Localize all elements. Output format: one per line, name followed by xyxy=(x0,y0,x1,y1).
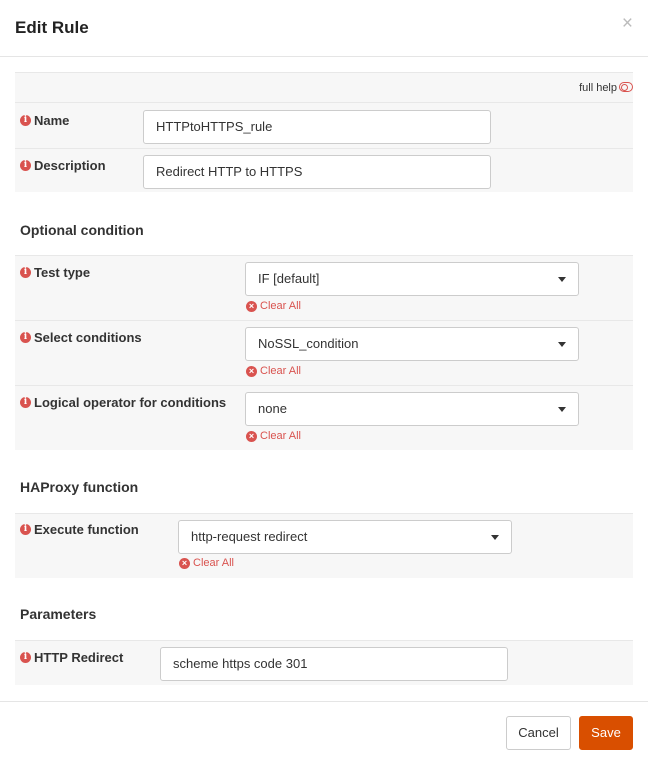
logical-operator-clear-all[interactable]: × Clear All xyxy=(246,430,301,442)
select-conditions-clear-all[interactable]: × Clear All xyxy=(246,365,301,377)
info-icon[interactable]: i xyxy=(20,524,31,535)
name-input[interactable]: HTTPtoHTTPS_rule xyxy=(143,110,491,144)
test-type-value: IF [default] xyxy=(258,271,320,286)
info-icon[interactable]: i xyxy=(20,160,31,171)
clear-icon: × xyxy=(246,300,257,312)
select-conditions-label: Select conditions xyxy=(34,330,142,345)
clear-all-label: Clear All xyxy=(260,365,301,377)
description-input[interactable]: Redirect HTTP to HTTPS xyxy=(143,155,491,189)
chevron-down-icon xyxy=(491,535,499,540)
http-redirect-label: HTTP Redirect xyxy=(34,650,124,665)
clear-all-label: Clear All xyxy=(193,557,234,569)
execute-function-select[interactable]: http-request redirect xyxy=(178,520,512,554)
save-button[interactable]: Save xyxy=(579,716,633,750)
info-icon[interactable]: i xyxy=(20,332,31,343)
test-type-select[interactable]: IF [default] xyxy=(245,262,579,296)
logical-operator-label-group: i Logical operator for conditions xyxy=(20,395,226,410)
clear-icon: × xyxy=(246,365,257,377)
cancel-button[interactable]: Cancel xyxy=(506,716,571,750)
http-redirect-input[interactable]: scheme https code 301 xyxy=(160,647,508,681)
execute-function-row: i Execute function http-request redirect… xyxy=(15,513,633,578)
info-icon[interactable]: i xyxy=(20,115,31,126)
select-conditions-value: NoSSL_condition xyxy=(258,336,359,351)
logical-operator-select[interactable]: none xyxy=(245,392,579,426)
description-label-group: i Description xyxy=(20,158,106,173)
section-optional-condition: Optional condition xyxy=(20,222,144,238)
full-help-link[interactable]: full help xyxy=(579,82,617,94)
http-redirect-label-group: i HTTP Redirect xyxy=(20,650,123,665)
select-conditions-row: i Select conditions NoSSL_condition × Cl… xyxy=(15,320,633,385)
test-type-clear-all[interactable]: × Clear All xyxy=(246,300,301,312)
footer-divider xyxy=(0,701,648,702)
select-conditions-label-group: i Select conditions xyxy=(20,330,142,345)
close-button[interactable]: × xyxy=(622,14,633,33)
edit-rule-dialog: Edit Rule × full help i Name HTTPtoHTTPS… xyxy=(0,0,648,764)
test-type-label: Test type xyxy=(34,265,91,280)
logical-operator-value: none xyxy=(258,401,287,416)
dialog-header: Edit Rule × xyxy=(0,0,648,57)
full-help-toggle-icon[interactable] xyxy=(619,82,633,92)
info-icon[interactable]: i xyxy=(20,267,31,278)
select-conditions-select[interactable]: NoSSL_condition xyxy=(245,327,579,361)
execute-function-label-group: i Execute function xyxy=(20,522,139,537)
chevron-down-icon xyxy=(558,277,566,282)
clear-icon: × xyxy=(179,557,190,569)
clear-icon: × xyxy=(246,430,257,442)
execute-function-value: http-request redirect xyxy=(191,529,308,544)
description-row: i Description Redirect HTTP to HTTPS xyxy=(15,148,633,192)
execute-function-clear-all[interactable]: × Clear All xyxy=(179,557,234,569)
name-row: i Name HTTPtoHTTPS_rule xyxy=(15,102,633,148)
name-label-group: i Name xyxy=(20,113,69,128)
dialog-title: Edit Rule xyxy=(15,18,89,37)
section-parameters: Parameters xyxy=(20,606,97,622)
execute-function-label: Execute function xyxy=(34,522,139,537)
name-label: Name xyxy=(34,113,70,128)
chevron-down-icon xyxy=(558,342,566,347)
test-type-label-group: i Test type xyxy=(20,265,90,280)
clear-all-label: Clear All xyxy=(260,300,301,312)
logical-operator-row: i Logical operator for conditions none ×… xyxy=(15,385,633,450)
info-icon[interactable]: i xyxy=(20,397,31,408)
help-bar: full help xyxy=(15,72,633,102)
clear-all-label: Clear All xyxy=(260,430,301,442)
section-haproxy-function: HAProxy function xyxy=(20,479,139,495)
info-icon[interactable]: i xyxy=(20,652,31,663)
description-label: Description xyxy=(34,158,106,173)
test-type-row: i Test type IF [default] × Clear All xyxy=(15,255,633,320)
logical-operator-label: Logical operator for conditions xyxy=(34,395,227,410)
http-redirect-row: i HTTP Redirect scheme https code 301 xyxy=(15,640,633,685)
chevron-down-icon xyxy=(558,407,566,412)
